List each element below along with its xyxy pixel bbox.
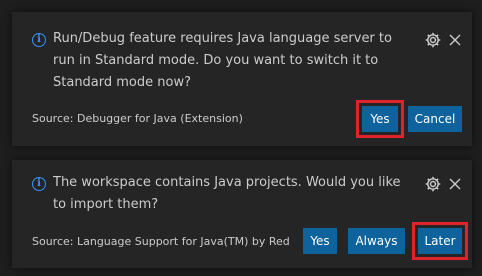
info-icon: i [32,177,46,191]
always-button[interactable]: Always [348,228,405,254]
notification-toast-import-projects: i The workspace contains Java projects. … [12,160,472,268]
cancel-button[interactable]: Cancel [408,106,462,132]
notification-message: The workspace contains Java projects. Wo… [53,175,401,212]
gear-icon[interactable] [424,31,442,49]
notification-source: Source: Language Support for Java(TM) by… [32,235,294,248]
close-icon[interactable] [448,33,462,47]
yes-button[interactable]: Yes [303,228,337,254]
notification-actions [424,175,464,195]
notification-actions [424,31,464,51]
notification-message: Run/Debug feature requires Java language… [53,31,392,90]
yes-button[interactable]: Yes [356,100,404,138]
notification-toast-java-standard-mode: i Run/Debug feature requires Java langua… [12,12,472,146]
close-icon[interactable] [448,177,462,191]
notification-source: Source: Debugger for Java (Extension) [32,112,243,125]
later-button[interactable]: Later [412,222,468,260]
info-icon: i [32,33,46,47]
gear-icon[interactable] [424,175,442,193]
